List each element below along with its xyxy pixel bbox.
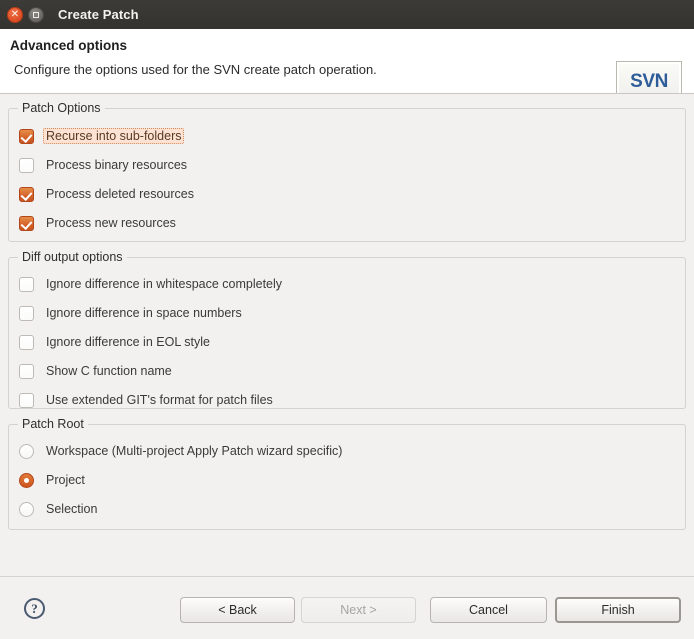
create-patch-dialog: ✕ Create Patch Advanced options Configur… xyxy=(0,0,694,639)
radio-project[interactable] xyxy=(19,472,34,488)
radio-label-workspace: Workspace (Multi-project Apply Patch wiz… xyxy=(46,444,343,458)
radio-row-workspace[interactable]: Workspace (Multi-project Apply Patch wiz… xyxy=(19,441,345,461)
checkbox-row-process-binary-resources[interactable]: Process binary resources xyxy=(19,155,190,175)
wizard-header: Advanced options Configure the options u… xyxy=(0,29,694,119)
checkbox-row-use-extended-git-format[interactable]: Use extended GIT's format for patch file… xyxy=(19,390,276,410)
page-description: Configure the options used for the SVN c… xyxy=(14,62,377,77)
maximize-glyph xyxy=(33,11,39,18)
checkbox-row-ignore-space-numbers[interactable]: Ignore difference in space numbers xyxy=(19,303,245,323)
checkbox-label-ignore-eol-style: Ignore difference in EOL style xyxy=(46,335,210,349)
checkbox-recurse-into-sub-folders[interactable] xyxy=(19,128,34,144)
checkbox-label-process-deleted-resources: Process deleted resources xyxy=(46,187,194,201)
checkbox-label-ignore-whitespace-completely: Ignore difference in whitespace complete… xyxy=(46,277,283,291)
checkbox-process-deleted-resources[interactable] xyxy=(19,186,34,202)
group-diff-output-options: Diff output options Ignore difference in… xyxy=(8,250,686,410)
group-title-patch-root: Patch Root xyxy=(18,417,88,431)
checkbox-label-use-extended-git-format: Use extended GIT's format for patch file… xyxy=(46,393,273,407)
checkbox-show-c-function-name[interactable] xyxy=(19,363,34,379)
checkbox-row-ignore-whitespace-completely[interactable]: Ignore difference in whitespace complete… xyxy=(19,274,285,294)
dialog-body: Patch Options Recurse into sub-folders P… xyxy=(0,94,694,576)
checkbox-row-ignore-eol-style[interactable]: Ignore difference in EOL style xyxy=(19,332,213,352)
radio-row-selection[interactable]: Selection xyxy=(19,499,100,519)
finish-button[interactable]: Finish xyxy=(555,597,681,623)
page-title: Advanced options xyxy=(10,38,128,53)
radio-label-project: Project xyxy=(46,473,85,487)
window-titlebar: ✕ Create Patch xyxy=(0,0,694,29)
checkbox-row-process-new-resources[interactable]: Process new resources xyxy=(19,213,179,233)
back-button[interactable]: < Back xyxy=(180,597,295,623)
group-patch-root: Patch Root Workspace (Multi-project Appl… xyxy=(8,417,686,530)
next-button: Next > xyxy=(301,597,416,623)
group-title-patch-options: Patch Options xyxy=(18,101,105,115)
checkbox-ignore-space-numbers[interactable] xyxy=(19,305,34,321)
checkbox-ignore-eol-style[interactable] xyxy=(19,334,34,350)
svn-banner-label: SVN xyxy=(630,71,668,92)
window-title: Create Patch xyxy=(58,7,139,22)
help-icon[interactable]: ? xyxy=(24,598,45,619)
radio-label-selection: Selection xyxy=(46,502,98,516)
checkbox-row-show-c-function-name[interactable]: Show C function name xyxy=(19,361,175,381)
checkbox-label-ignore-space-numbers: Ignore difference in space numbers xyxy=(46,306,242,320)
cancel-button[interactable]: Cancel xyxy=(430,597,547,623)
group-patch-options: Patch Options Recurse into sub-folders P… xyxy=(8,101,686,242)
close-glyph: ✕ xyxy=(10,8,20,20)
checkbox-row-process-deleted-resources[interactable]: Process deleted resources xyxy=(19,184,197,204)
checkbox-label-recurse-into-sub-folders: Recurse into sub-folders xyxy=(43,128,185,144)
radio-workspace[interactable] xyxy=(19,443,34,459)
radio-row-project[interactable]: Project xyxy=(19,470,88,490)
maximize-icon[interactable] xyxy=(28,6,44,23)
close-icon[interactable]: ✕ xyxy=(7,6,23,23)
checkbox-label-process-new-resources: Process new resources xyxy=(46,216,176,230)
radio-selection[interactable] xyxy=(19,501,34,517)
checkbox-process-binary-resources[interactable] xyxy=(19,157,34,173)
checkbox-label-process-binary-resources: Process binary resources xyxy=(46,158,188,172)
checkbox-ignore-whitespace-completely[interactable] xyxy=(19,276,34,292)
checkbox-label-show-c-function-name: Show C function name xyxy=(46,364,172,378)
group-title-diff-output-options: Diff output options xyxy=(18,250,127,264)
checkbox-row-recurse-into-sub-folders[interactable]: Recurse into sub-folders xyxy=(19,126,185,146)
checkbox-process-new-resources[interactable] xyxy=(19,215,34,231)
checkbox-use-extended-git-format[interactable] xyxy=(19,392,34,408)
